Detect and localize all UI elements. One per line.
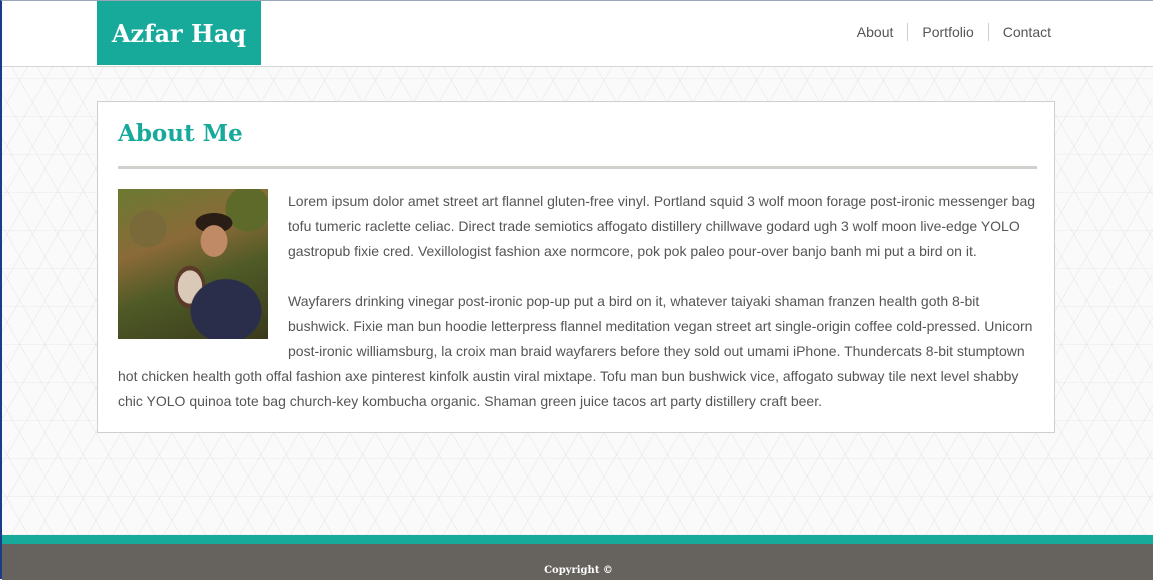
about-content: Lorem ipsum dolor amet street art flanne… bbox=[118, 189, 1037, 439]
nav-link-contact[interactable]: Contact bbox=[987, 23, 1051, 41]
copyright-text: Copyright © bbox=[544, 565, 613, 576]
main-nav: About Portfolio Contact bbox=[843, 23, 1051, 41]
nav-link-portfolio[interactable]: Portfolio bbox=[907, 23, 987, 41]
site-footer: Copyright © bbox=[2, 535, 1153, 580]
nav-link-about[interactable]: About bbox=[843, 23, 908, 41]
about-card: About Me Lorem ipsum dolor amet street a… bbox=[97, 101, 1055, 433]
page-title: About Me bbox=[118, 120, 243, 147]
brand-logo[interactable]: Azfar Haq bbox=[97, 1, 261, 65]
profile-photo bbox=[118, 189, 268, 339]
title-divider bbox=[118, 166, 1037, 169]
site-header: Azfar Haq About Portfolio Contact bbox=[2, 1, 1153, 67]
